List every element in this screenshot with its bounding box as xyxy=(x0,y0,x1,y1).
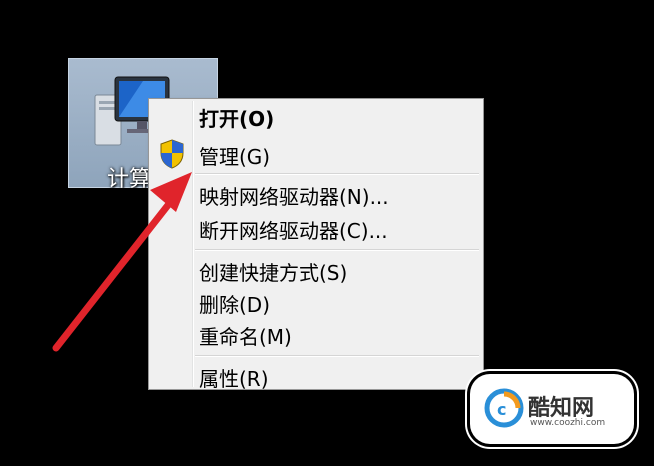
shield-icon xyxy=(160,139,184,169)
watermark-url: www.coozhi.com xyxy=(530,418,606,428)
watermark-logo: c 酷知网 www.coozhi.com xyxy=(470,374,634,444)
menu-separator xyxy=(195,173,479,175)
computer-icon-label: 计算 xyxy=(107,167,152,192)
coozhi-logo-icon: c xyxy=(484,388,524,428)
menu-item-disconnect-network-drive[interactable]: 断开网络驱动器(C)... xyxy=(199,215,388,244)
menu-item-create-shortcut[interactable]: 创建快捷方式(S) xyxy=(199,257,347,286)
menu-separator xyxy=(195,355,479,357)
menu-item-rename[interactable]: 重命名(M) xyxy=(199,321,292,350)
menu-icon-gutter xyxy=(192,101,194,387)
context-menu: 打开(O) 管理(G) 映射网络驱动器(N)... 断开网络驱动器(C)... … xyxy=(148,98,484,392)
menu-item-manage[interactable]: 管理(G) xyxy=(199,141,270,170)
menu-item-delete[interactable]: 删除(D) xyxy=(199,289,270,318)
menu-item-map-network-drive[interactable]: 映射网络驱动器(N)... xyxy=(199,181,389,210)
svg-text:c: c xyxy=(497,400,506,419)
menu-separator xyxy=(195,249,479,251)
menu-item-properties[interactable]: 属性(R) xyxy=(199,363,269,392)
menu-item-open[interactable]: 打开(O) xyxy=(199,103,274,132)
